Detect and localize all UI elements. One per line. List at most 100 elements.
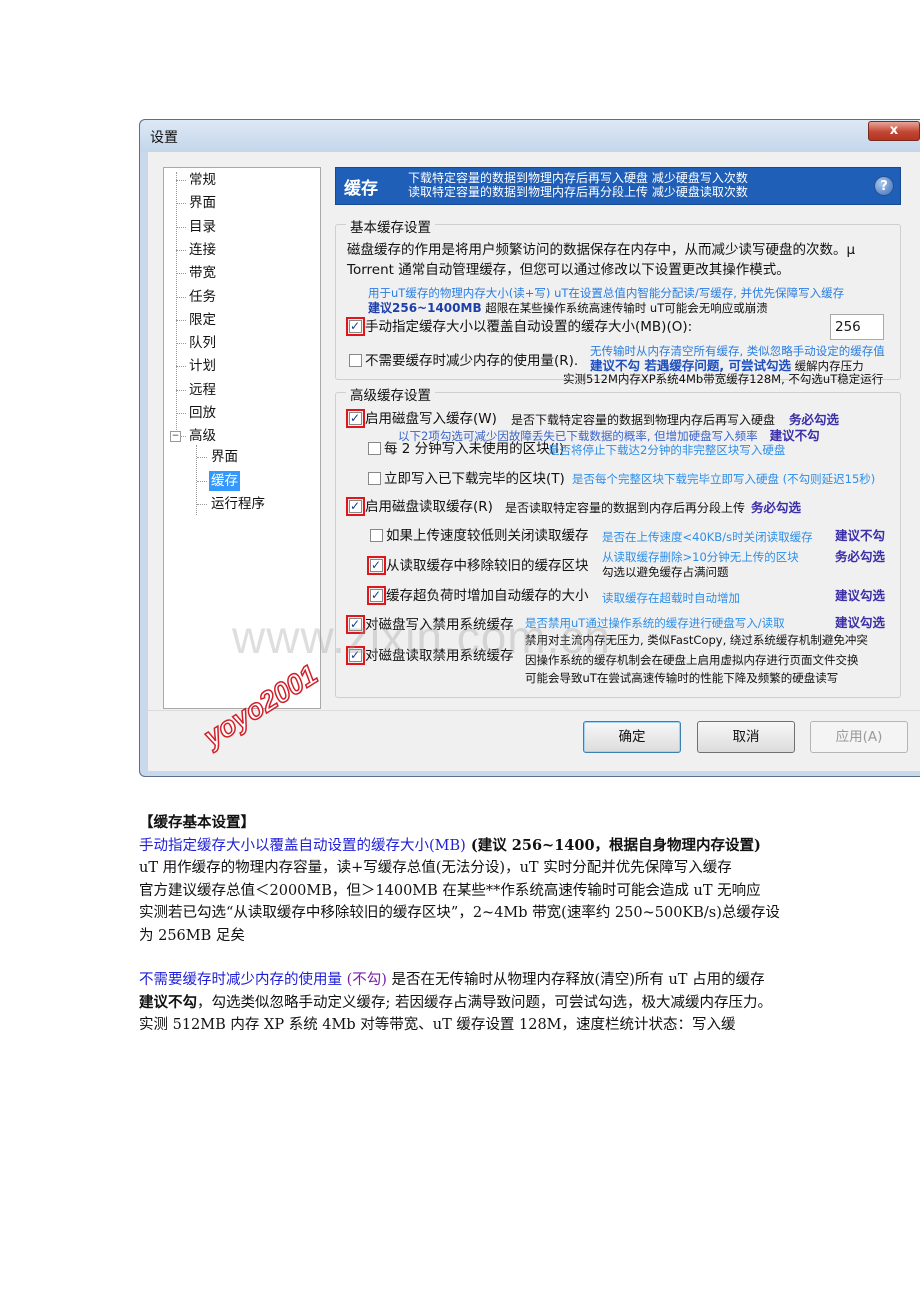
basic-desc-line-2: Torrent 通常自动管理缓存，但您可以通过修改以下设置更改其操作模式。 xyxy=(347,262,790,278)
p1-option-name: 手动指定缓存大小以覆盖自动设置的缓存大小(MB) xyxy=(139,837,466,854)
annotation-reduce-memory-test: 实测512M内存XP系统4Mb带宽缓存128M, 不勾选uT稳定运行 xyxy=(563,372,884,386)
disable-read-cache-slow-checkbox[interactable] xyxy=(370,529,383,542)
title-bar: 设置 x xyxy=(140,120,920,152)
read-cache-label: 启用磁盘读取缓存(R) xyxy=(365,499,493,515)
tree-item-0[interactable]: 常规 xyxy=(189,170,216,190)
tree-item-5[interactable]: 任务 xyxy=(189,287,216,307)
read-cache-checkbox[interactable] xyxy=(346,497,365,516)
disable-os-cache-tag: 建议勾选 xyxy=(835,615,886,630)
article-p1: 手动指定缓存大小以覆盖自动设置的缓存大小(MB) (建议 256~1400，根据… xyxy=(139,835,789,858)
remove-old-blocks-tag: 务必勾选 xyxy=(835,549,886,564)
annotation-disable-read-cache-slow: 是否在上传速度<40KB/s时关闭读取缓存 xyxy=(602,530,813,544)
write-unused-label: 每 2 分钟写入未使用的区块(I) xyxy=(384,441,565,457)
manual-cache-size-label: 手动指定缓存大小以覆盖自动设置的缓存大小(MB)(O): xyxy=(365,319,693,335)
p5-option-name: 不需要缓存时减少内存的使用量 xyxy=(139,972,342,988)
banner-title: 缓存 xyxy=(344,179,378,199)
tree-item-3[interactable]: 连接 xyxy=(189,240,216,260)
write-cache-desc: 是否下载特定容量的数据到物理内存后再写入硬盘 xyxy=(511,413,776,427)
remove-old-blocks-option[interactable]: 从读取缓存中移除较旧的缓存区块 xyxy=(367,556,589,575)
tree-item-10[interactable]: 回放 xyxy=(189,403,216,423)
reduce-memory-option[interactable]: 不需要缓存时减少内存的使用量(R). xyxy=(349,352,578,370)
annotation-grow-cache: 读取缓存在超载时自动增加 xyxy=(602,591,740,605)
remove-old-blocks-checkbox[interactable] xyxy=(367,556,386,575)
basic-desc-line-1: 磁盘缓存的作用是将用户频繁访问的数据保存在内存中，从而减少读写硬盘的次数。µ xyxy=(347,242,856,258)
watermark: www.zixin.com.cn xyxy=(232,611,611,663)
recommend-warning: 超限在某些操作系统高速传输时 uT可能会无响应或崩溃 xyxy=(481,301,768,315)
write-options-tag: 建议不勾 xyxy=(769,428,820,443)
manual-cache-size-checkbox[interactable] xyxy=(346,317,365,336)
basic-cache-group-title: 基本缓存设置 xyxy=(346,216,435,236)
annotation-write-finished: 是否每个完整区块下载完毕立即写入硬盘 (不勾则延迟15秒) xyxy=(572,472,876,486)
reduce-memory-label: 不需要缓存时减少内存的使用量(R). xyxy=(365,353,579,369)
help-icon[interactable]: ? xyxy=(874,176,894,196)
tree-child-2[interactable]: 运行程序 xyxy=(211,494,265,514)
p5-tag: (不勾) xyxy=(342,972,387,988)
write-cache-label: 启用磁盘写入缓存(W) xyxy=(365,411,497,427)
annotation-write-cache: 是否下载特定容量的数据到物理内存后再写入硬盘 务必勾选 xyxy=(511,412,840,428)
recommend-range: 建议256~1400MB xyxy=(368,301,482,315)
close-button[interactable]: x xyxy=(868,121,920,141)
reduce-memory-relief: 缓解内存压力 xyxy=(790,359,864,373)
disable-read-cache-slow-option[interactable]: 如果上传速度较低则关闭读取缓存 xyxy=(370,527,589,545)
annotation-read-cache: 是否读取特定容量的数据到内存后再分段上传 务必勾选 xyxy=(505,500,801,516)
p6-description: ，勾选类似忽略手动定义缓存; 若因缓存占满导致问题，可尝试勾选，极大减缓内存压力… xyxy=(197,994,772,1011)
grow-cache-label: 缓存超负荷时增加自动缓存的大小 xyxy=(386,588,589,604)
annotation-remove-old-blocks-2: 勾选以避免缓存占满问题 xyxy=(602,565,729,579)
collapse-icon[interactable]: − xyxy=(170,431,181,443)
manual-cache-size-option[interactable]: 手动指定缓存大小以覆盖自动设置的缓存大小(MB)(O): xyxy=(346,317,693,336)
article-p3: 官方建议缓存总值＜2000MB，但＞1400MB 在某些**作系统高速传输时可能… xyxy=(139,882,761,899)
write-finished-option[interactable]: 立即写入已下载完毕的区块(T) xyxy=(368,470,565,488)
grow-cache-option[interactable]: 缓存超负荷时增加自动缓存的大小 xyxy=(367,586,589,605)
tree-item-7[interactable]: 队列 xyxy=(189,333,216,353)
tree-item-1[interactable]: 界面 xyxy=(189,193,216,213)
annotation-cache-size-info: 用于uT缓存的物理内存大小(读+写) uT在设置总值内智能分配读/写缓存, 并优… xyxy=(368,286,845,300)
write-cache-tag: 务必勾选 xyxy=(789,412,840,427)
tree-item-6[interactable]: 限定 xyxy=(189,310,216,330)
write-finished-label: 立即写入已下载完毕的区块(T) xyxy=(384,471,565,487)
article-p2: uT 用作缓存的物理内存容量，读+写缓存总值(无法分设)，uT 实时分配并优先保… xyxy=(139,860,732,876)
annotation-reduce-memory-recommend: 建议不勾 若遇缓存问题, 可尝试勾选 缓解内存压力 xyxy=(590,358,864,374)
p6-recommend: 建议不勾 xyxy=(139,993,197,1011)
cancel-button[interactable]: 取消 xyxy=(697,721,795,753)
annotation-reduce-memory: 无传输时从内存清空所有缓存, 类似忽略手动设定的缓存值 xyxy=(590,344,885,358)
ok-button[interactable]: 确定 xyxy=(583,721,681,753)
read-cache-option[interactable]: 启用磁盘读取缓存(R) xyxy=(346,497,493,516)
grow-cache-checkbox[interactable] xyxy=(367,586,386,605)
article-p7: 实测 512MB 内存 XP 系统 4Mb 对等带宽、uT 缓存设置 128M，… xyxy=(139,1017,736,1033)
reduce-memory-recommend: 建议不勾 若遇缓存问题, 可尝试勾选 xyxy=(590,358,791,373)
disable-read-cache-slow-tag: 建议不勾 xyxy=(835,528,886,543)
write-cache-checkbox[interactable] xyxy=(346,409,365,428)
tree-child-0[interactable]: 界面 xyxy=(211,447,238,467)
write-finished-checkbox[interactable] xyxy=(368,472,381,485)
write-unused-option[interactable]: 每 2 分钟写入未使用的区块(I) xyxy=(368,440,564,458)
article-heading: 【缓存基本设置】 xyxy=(139,814,255,831)
article-p4: 实测若已勾选“从读取缓存中移除较旧的缓存区块”，2~4Mb 带宽(速率约 250… xyxy=(139,905,780,944)
annotation-os-cache-3: 可能会导致uT在尝试高速传输时的性能下降及频繁的硬盘读写 xyxy=(525,671,839,685)
tree-item-4[interactable]: 带宽 xyxy=(189,263,216,283)
article-p6: 建议不勾，勾选类似忽略手动定义缓存; 若因缓存占满导致问题，可尝试勾选，极大减缓… xyxy=(139,992,789,1015)
disable-read-cache-slow-label: 如果上传速度较低则关闭读取缓存 xyxy=(386,528,589,544)
annotation-remove-old-blocks-1: 从读取缓存删除>10分钟无上传的区块 xyxy=(602,550,799,564)
banner-line-1: 下载特定容量的数据到物理内存后再写入硬盘 减少硬盘写入次数 xyxy=(408,171,748,185)
annotation-cache-size-recommend: 建议256~1400MB 超限在某些操作系统高速传输时 uT可能会无响应或崩溃 xyxy=(368,300,768,315)
apply-button[interactable]: 应用(A) xyxy=(810,721,908,753)
annotation-write-unused: 是否将停止下载达2分钟的非完整区块写入硬盘 xyxy=(548,443,786,457)
reduce-memory-checkbox[interactable] xyxy=(349,354,362,367)
remove-old-blocks-label: 从读取缓存中移除较旧的缓存区块 xyxy=(386,558,589,574)
dialog-title: 设置 xyxy=(150,130,178,146)
banner-description: 下载特定容量的数据到物理内存后再写入硬盘 减少硬盘写入次数 读取特定容量的数据到… xyxy=(408,171,748,199)
tree-item-8[interactable]: 计划 xyxy=(189,356,216,376)
tree-child-1[interactable]: 缓存 xyxy=(209,470,240,491)
tree-item-11[interactable]: 高级 xyxy=(189,426,216,446)
article-p5: 不需要缓存时减少内存的使用量 (不勾) 是否在无传输时从物理内存释放(清空)所有… xyxy=(139,969,789,992)
write-cache-option[interactable]: 启用磁盘写入缓存(W) xyxy=(346,409,497,428)
tree-item-9[interactable]: 远程 xyxy=(189,380,216,400)
grow-cache-tag: 建议勾选 xyxy=(835,588,886,603)
p1-recommendation: (建议 256~1400，根据自身物理内存设置) xyxy=(465,836,761,854)
banner-line-2: 读取特定容量的数据到物理内存后再分段上传 减少硬盘读取次数 xyxy=(408,185,748,199)
article: 【缓存基本设置】 手动指定缓存大小以覆盖自动设置的缓存大小(MB) (建议 25… xyxy=(139,812,789,1037)
tree-item-2[interactable]: 目录 xyxy=(189,217,216,237)
p5-description: 是否在无传输时从物理内存释放(清空)所有 uT 占用的缓存 xyxy=(386,972,765,988)
cache-size-input[interactable]: 256 xyxy=(830,314,884,340)
write-unused-checkbox[interactable] xyxy=(368,442,381,455)
